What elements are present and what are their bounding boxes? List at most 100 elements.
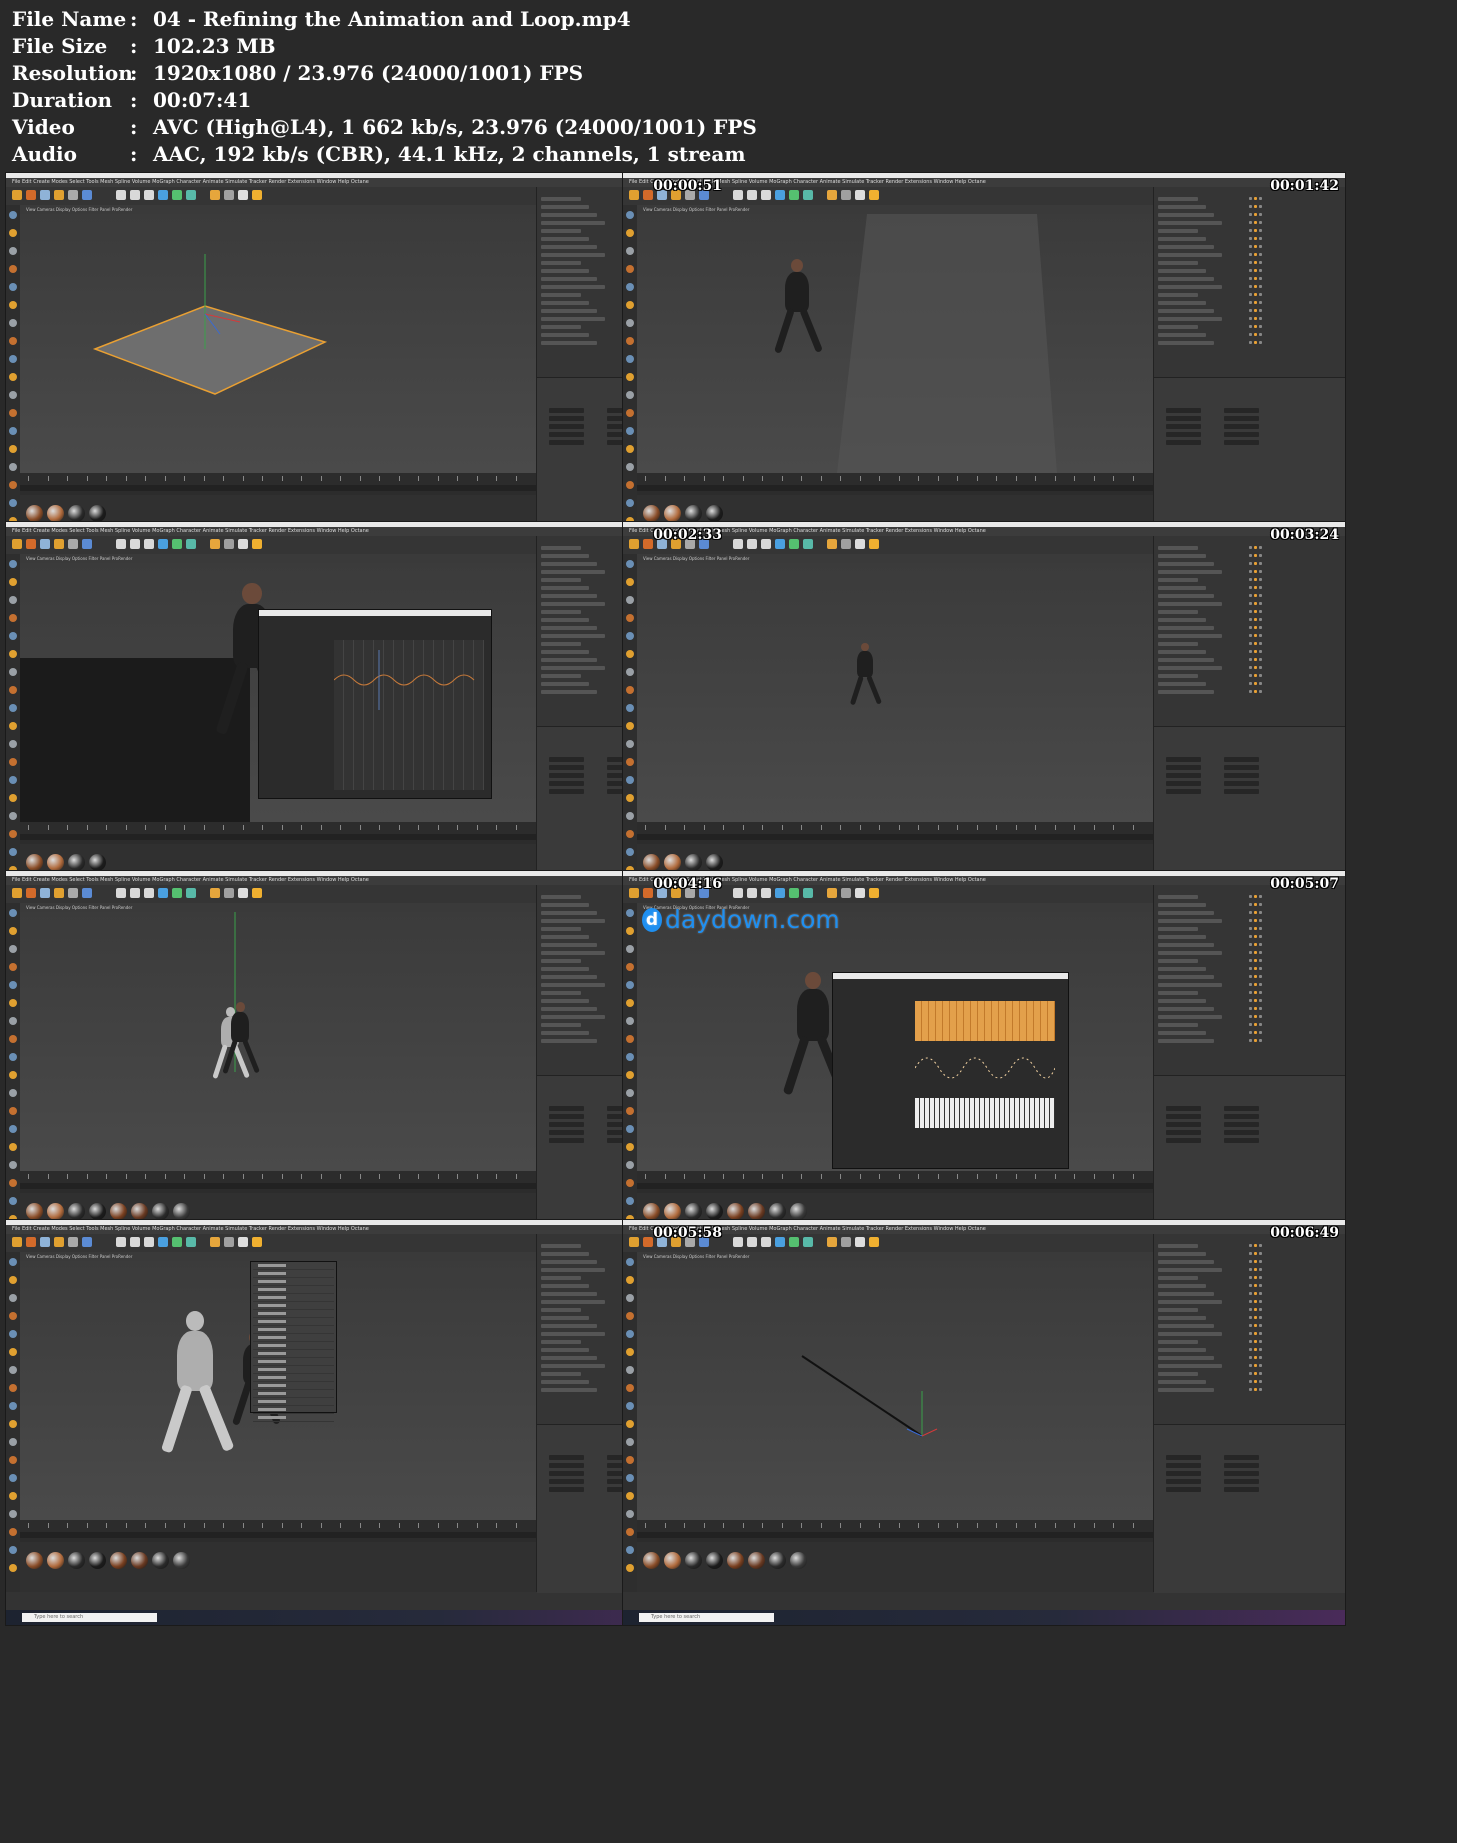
attribute-field[interactable] bbox=[1224, 1455, 1259, 1460]
toolbar-icon[interactable] bbox=[869, 190, 879, 200]
mode-icon[interactable] bbox=[9, 337, 17, 345]
toolbar-icon[interactable] bbox=[144, 1237, 154, 1247]
attribute-field[interactable] bbox=[1166, 1138, 1201, 1143]
object-manager-row[interactable] bbox=[1158, 205, 1206, 209]
mode-icon[interactable] bbox=[626, 740, 634, 748]
object-manager-row[interactable] bbox=[1158, 967, 1206, 971]
mode-icon[interactable] bbox=[626, 1179, 634, 1187]
toolbar-icon[interactable] bbox=[643, 190, 653, 200]
toolbar-icon[interactable] bbox=[186, 539, 196, 549]
mode-icon[interactable] bbox=[626, 1276, 634, 1284]
mode-icon[interactable] bbox=[9, 560, 17, 568]
mode-icon[interactable] bbox=[626, 686, 634, 694]
object-manager-row[interactable] bbox=[1158, 293, 1198, 297]
toolbar-icon[interactable] bbox=[82, 888, 92, 898]
object-manager-row[interactable] bbox=[1158, 1007, 1214, 1011]
object-manager-row[interactable] bbox=[1158, 309, 1214, 313]
material-swatch[interactable] bbox=[643, 854, 660, 871]
attribute-field[interactable] bbox=[1224, 781, 1259, 786]
menu-bar[interactable]: File Edit Create Modes Select Tools Mesh… bbox=[623, 178, 1345, 187]
attribute-field[interactable] bbox=[549, 440, 584, 445]
object-manager-row[interactable] bbox=[1158, 1031, 1206, 1035]
attribute-field[interactable] bbox=[1224, 765, 1259, 770]
attribute-field[interactable] bbox=[1224, 1130, 1259, 1135]
mode-icon[interactable] bbox=[626, 229, 634, 237]
mode-icon[interactable] bbox=[626, 319, 634, 327]
toolbar-icon[interactable] bbox=[869, 539, 879, 549]
object-manager-row[interactable] bbox=[1158, 221, 1222, 225]
mode-icon[interactable] bbox=[626, 1294, 634, 1302]
viewport-menu[interactable]: View Cameras Display Options Filter Pane… bbox=[20, 1252, 542, 1261]
object-manager-row[interactable] bbox=[1158, 911, 1214, 915]
attribute-field[interactable] bbox=[1166, 1130, 1201, 1135]
viewport[interactable] bbox=[637, 912, 1153, 1171]
toolbar-icon[interactable] bbox=[761, 888, 771, 898]
viewport-menu[interactable]: View Cameras Display Options Filter Pane… bbox=[637, 205, 1159, 214]
mode-icon[interactable] bbox=[626, 355, 634, 363]
toolbar-icon[interactable] bbox=[252, 888, 262, 898]
mode-icon[interactable] bbox=[9, 1510, 17, 1518]
object-manager-row[interactable] bbox=[1158, 1039, 1214, 1043]
toolbar-icon[interactable] bbox=[775, 888, 785, 898]
toolbar-icon[interactable] bbox=[54, 1237, 64, 1247]
mode-icon[interactable] bbox=[9, 1161, 17, 1169]
attribute-field[interactable] bbox=[1166, 424, 1201, 429]
object-manager-row[interactable] bbox=[1158, 269, 1206, 273]
menu-bar[interactable]: File Edit Create Modes Select Tools Mesh… bbox=[6, 178, 728, 187]
attribute-field[interactable] bbox=[1224, 424, 1259, 429]
object-manager-row[interactable] bbox=[1158, 285, 1222, 289]
attribute-field[interactable] bbox=[549, 781, 584, 786]
material-swatch[interactable] bbox=[68, 1552, 85, 1569]
timeline-ruler[interactable] bbox=[637, 1171, 1153, 1193]
toolbar-icon[interactable] bbox=[82, 1237, 92, 1247]
mode-icon[interactable] bbox=[626, 1366, 634, 1374]
timeline-ruler[interactable] bbox=[637, 822, 1153, 844]
object-manager-row[interactable] bbox=[541, 927, 581, 931]
toolbar-icon[interactable] bbox=[747, 539, 757, 549]
viewport[interactable] bbox=[20, 214, 536, 473]
mode-icon[interactable] bbox=[626, 1474, 634, 1482]
attribute-field[interactable] bbox=[1166, 1122, 1201, 1127]
attribute-field[interactable] bbox=[549, 1463, 584, 1468]
toolbar-icon[interactable] bbox=[158, 1237, 168, 1247]
material-swatch[interactable] bbox=[131, 1552, 148, 1569]
attribute-field[interactable] bbox=[1224, 408, 1259, 413]
mode-icon[interactable] bbox=[9, 409, 17, 417]
object-manager-row[interactable] bbox=[1158, 1356, 1214, 1360]
attribute-field[interactable] bbox=[1224, 1479, 1259, 1484]
mode-icon[interactable] bbox=[626, 1125, 634, 1133]
object-manager-row[interactable] bbox=[1158, 253, 1222, 257]
object-manager-row[interactable] bbox=[1158, 975, 1214, 979]
mode-icon[interactable] bbox=[9, 963, 17, 971]
mode-icon[interactable] bbox=[626, 848, 634, 856]
object-manager-row[interactable] bbox=[541, 325, 581, 329]
attribute-field[interactable] bbox=[549, 1455, 584, 1460]
material-swatch[interactable] bbox=[643, 505, 660, 522]
mode-icon[interactable] bbox=[9, 650, 17, 658]
attribute-field[interactable] bbox=[549, 1106, 584, 1111]
material-swatch[interactable] bbox=[110, 1203, 127, 1220]
object-manager-row[interactable] bbox=[541, 991, 581, 995]
toolbar-icon[interactable] bbox=[116, 1237, 126, 1247]
mode-icon[interactable] bbox=[9, 1276, 17, 1284]
viewport[interactable] bbox=[20, 912, 536, 1171]
object-manager-row[interactable] bbox=[1158, 1276, 1198, 1280]
toolbar-icon[interactable] bbox=[855, 539, 865, 549]
mode-icon[interactable] bbox=[9, 355, 17, 363]
mode-icon[interactable] bbox=[9, 812, 17, 820]
toolbar-icon[interactable] bbox=[841, 539, 851, 549]
object-manager-row[interactable] bbox=[541, 1268, 605, 1272]
toolbar-icon[interactable] bbox=[629, 190, 639, 200]
mode-icon[interactable] bbox=[626, 963, 634, 971]
mode-icon[interactable] bbox=[9, 427, 17, 435]
mode-icon[interactable] bbox=[626, 463, 634, 471]
toolbar-icon[interactable] bbox=[172, 190, 182, 200]
material-swatch[interactable] bbox=[664, 505, 681, 522]
object-manager-row[interactable] bbox=[1158, 951, 1222, 955]
toolbar-icon[interactable] bbox=[186, 888, 196, 898]
toolbar-icon[interactable] bbox=[144, 190, 154, 200]
object-manager-row[interactable] bbox=[1158, 618, 1206, 622]
object-manager-row[interactable] bbox=[541, 578, 581, 582]
object-manager-row[interactable] bbox=[1158, 1364, 1222, 1368]
object-manager-row[interactable] bbox=[541, 317, 605, 321]
